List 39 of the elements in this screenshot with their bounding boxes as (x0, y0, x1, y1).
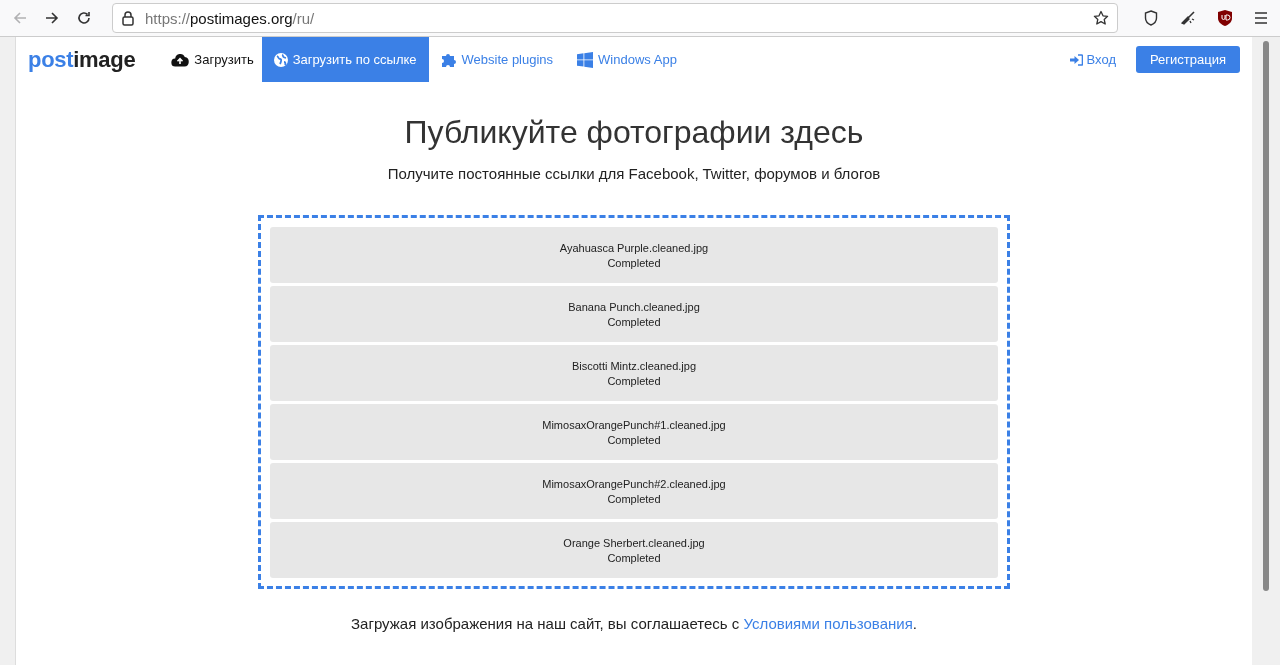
upload-status: Completed (607, 256, 661, 269)
upload-drop-zone[interactable] (258, 215, 1010, 589)
lock-icon (121, 10, 135, 26)
forward-icon[interactable] (44, 10, 60, 26)
shield-extension-icon[interactable] (1218, 10, 1232, 26)
upload-status: Completed (607, 551, 661, 564)
cloud-upload-icon (171, 52, 190, 67)
bookmark-star-icon[interactable] (1093, 10, 1109, 26)
terms-text: Загружая изображения на наш сайт, вы соглашаетесь с Условиями пользования. (351, 615, 917, 632)
upload-status: Completed (607, 315, 661, 328)
file-name: MimosaxOrangePunch#1.cleaned.jpg (542, 418, 726, 431)
file-name: Biscotti Mintz.cleaned.jpg (571, 359, 697, 372)
reload-icon[interactable] (76, 10, 92, 26)
site-logo[interactable]: postimage (28, 46, 136, 73)
scrollbar-thumb[interactable] (1263, 41, 1269, 591)
puzzle-icon (440, 51, 457, 68)
menu-icon[interactable] (1254, 12, 1268, 24)
file-name: Banana Punch.cleaned.jpg (568, 300, 700, 313)
windows-logo-icon (577, 51, 594, 68)
upload-status: Completed (607, 492, 661, 505)
globe-icon (273, 52, 288, 67)
nav-link[interactable]: Загрузить (163, 37, 262, 82)
file-name: Orange Sherbert.cleaned.jpg (563, 536, 705, 549)
nav-link[interactable]: Website plugins (428, 37, 566, 82)
broom-icon[interactable] (1180, 10, 1196, 26)
upload-status: Completed (607, 374, 661, 387)
page-subtitle: Получите постоянные ссылки для Facebook, Twitter, форумов и блогов (387, 165, 881, 182)
upload-status: Completed (607, 433, 661, 446)
nav-link[interactable]: Windows App (565, 37, 689, 82)
terms-link[interactable]: Условиями пользования (743, 615, 913, 632)
register-button[interactable]: Регистрация (1136, 46, 1240, 73)
nav-link[interactable]: Загрузить по ссылке (261, 37, 429, 82)
sign-in-icon (1069, 53, 1083, 66)
file-name: Ayahuasca Purple.cleaned.jpg (559, 241, 709, 254)
login-link[interactable]: Вход (1069, 52, 1116, 67)
file-name: MimosaxOrangePunch#2.cleaned.jpg (542, 477, 726, 490)
shield-icon[interactable] (1144, 10, 1158, 26)
page-heading: Публикуйте фотографии здесь (404, 114, 864, 151)
address-bar[interactable]: https://postimages.org/ru/ (112, 3, 1118, 33)
